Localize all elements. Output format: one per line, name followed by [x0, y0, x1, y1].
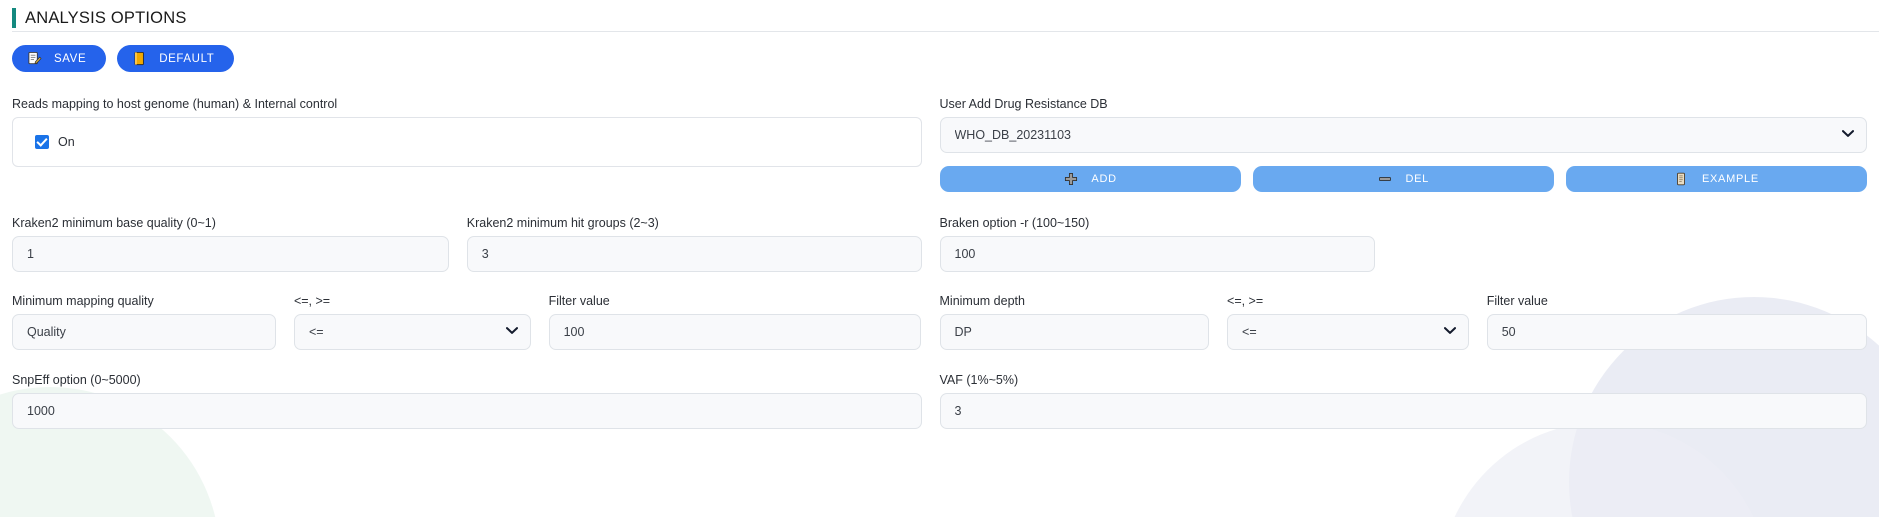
- depth-operator-select[interactable]: <=: [1227, 314, 1469, 350]
- form-row-4: SnpEff option (0~5000) VAF (1%~5%): [12, 373, 1867, 429]
- mapping-quality-triple: Minimum mapping quality <=, >= <=: [12, 294, 922, 350]
- example-db-button[interactable]: EXAMPLE: [1565, 166, 1868, 192]
- accent-bar: [12, 8, 16, 28]
- save-button-label: SAVE: [54, 52, 87, 65]
- snpeff-input[interactable]: [12, 393, 922, 429]
- vaf-group: VAF (1%~5%): [939, 373, 1867, 429]
- depth-operator-select-wrap: <=: [1227, 314, 1469, 350]
- plus-icon: [1063, 172, 1078, 187]
- header-divider: [12, 31, 1879, 32]
- del-db-button[interactable]: DEL: [1252, 166, 1554, 192]
- mapping-quality-group: Minimum mapping quality <=, >= <=: [12, 294, 940, 350]
- form-row-3: Minimum mapping quality <=, >= <=: [12, 294, 1867, 350]
- depth-filter-value-input[interactable]: [1486, 314, 1867, 350]
- host-genome-group: Reads mapping to host genome (human) & I…: [12, 97, 940, 192]
- user-db-actions: ADD DEL EXAMPLE: [939, 166, 1868, 192]
- depth-operator-label: <=, >=: [1227, 294, 1264, 308]
- depth-filter-value-label: Filter value: [1486, 294, 1548, 308]
- kraken2-hit-groups-label: Kraken2 minimum hit groups (2~3): [466, 216, 659, 230]
- scroll-document-icon: [1674, 172, 1689, 187]
- host-genome-checkbox-wrap[interactable]: On: [35, 135, 75, 149]
- decorative-blob-right-secondary: [1439, 422, 1769, 517]
- mapping-operator-group: <=, >= <=: [293, 294, 549, 350]
- min-depth-group: Minimum depth: [939, 294, 1228, 350]
- kraken-group: Kraken2 minimum base quality (0~1) Krake…: [12, 216, 940, 272]
- depth-operator-group: <=, >= <=: [1227, 294, 1487, 350]
- host-genome-panel: On: [12, 117, 922, 167]
- host-genome-label: Reads mapping to host genome (human) & I…: [12, 97, 338, 111]
- add-db-button-label: ADD: [1091, 173, 1117, 185]
- mapping-filter-value-input[interactable]: [548, 314, 922, 350]
- braken-option-group: Braken option -r (100~150): [939, 216, 1376, 272]
- user-db-select-wrap: WHO_DB_20231103: [939, 117, 1867, 153]
- add-db-button[interactable]: ADD: [939, 166, 1241, 192]
- min-depth-input[interactable]: [939, 314, 1210, 350]
- snpeff-group: SnpEff option (0~5000): [12, 373, 940, 429]
- minus-icon: [1378, 172, 1393, 187]
- toolbar: SAVE DEFAULT: [0, 38, 1879, 72]
- mapping-operator-select-wrap: <=: [293, 314, 531, 350]
- user-db-select[interactable]: WHO_DB_20231103: [939, 117, 1867, 153]
- kraken-half-row: Kraken2 minimum base quality (0~1) Krake…: [12, 216, 922, 272]
- min-mapping-quality-label: Minimum mapping quality: [12, 294, 154, 308]
- min-mapping-quality-group: Minimum mapping quality: [12, 294, 294, 350]
- form-row-1: Reads mapping to host genome (human) & I…: [12, 97, 1868, 192]
- kraken2-base-quality-input[interactable]: [12, 236, 449, 272]
- snpeff-label: SnpEff option (0~5000): [12, 373, 141, 387]
- kraken2-hit-groups-group: Kraken2 minimum hit groups (2~3): [466, 216, 922, 272]
- mapping-filter-value-group: Filter value: [548, 294, 922, 350]
- del-db-button-label: DEL: [1405, 173, 1429, 185]
- kraken2-hit-groups-input[interactable]: [466, 236, 922, 272]
- user-db-label: User Add Drug Resistance DB: [939, 97, 1108, 111]
- min-depth-label: Minimum depth: [939, 294, 1025, 308]
- page-title: ANALYSIS OPTIONS: [25, 8, 187, 27]
- braken-option-input[interactable]: [939, 236, 1376, 272]
- host-genome-checkbox-label: On: [58, 135, 75, 149]
- user-db-group: User Add Drug Resistance DB WHO_DB_20231…: [939, 97, 1868, 192]
- braken-option-label: Braken option -r (100~150): [939, 216, 1090, 230]
- checkbox-on-icon[interactable]: [35, 135, 49, 149]
- form-content: Reads mapping to host genome (human) & I…: [0, 97, 1879, 429]
- analysis-options-page: ANALYSIS OPTIONS SAVE DEFAULT Reads mapp…: [0, 0, 1879, 517]
- default-button-label: DEFAULT: [159, 52, 215, 65]
- example-db-button-label: EXAMPLE: [1701, 173, 1759, 185]
- kraken2-base-quality-group: Kraken2 minimum base quality (0~1): [12, 216, 467, 272]
- min-mapping-quality-input[interactable]: [12, 314, 276, 350]
- save-button[interactable]: SAVE: [12, 45, 107, 72]
- vaf-label: VAF (1%~5%): [939, 373, 1019, 387]
- depth-group: Minimum depth <=, >= <=: [939, 294, 1868, 350]
- kraken2-base-quality-label: Kraken2 minimum base quality (0~1): [12, 216, 216, 230]
- mapping-operator-select[interactable]: <=: [293, 314, 531, 350]
- default-button[interactable]: DEFAULT: [117, 45, 235, 72]
- memo-pencil-icon: [26, 51, 42, 67]
- page-header: ANALYSIS OPTIONS: [0, 0, 1879, 38]
- depth-filter-value-group: Filter value: [1486, 294, 1867, 350]
- mapping-filter-value-label: Filter value: [548, 294, 610, 308]
- form-row-2: Kraken2 minimum base quality (0~1) Krake…: [12, 216, 1867, 272]
- depth-triple: Minimum depth <=, >= <=: [939, 294, 1868, 350]
- notebook-icon: [131, 51, 147, 67]
- braken-group: Braken option -r (100~150): [939, 216, 1868, 272]
- vaf-input[interactable]: [939, 393, 1867, 429]
- mapping-operator-label: <=, >=: [293, 294, 331, 308]
